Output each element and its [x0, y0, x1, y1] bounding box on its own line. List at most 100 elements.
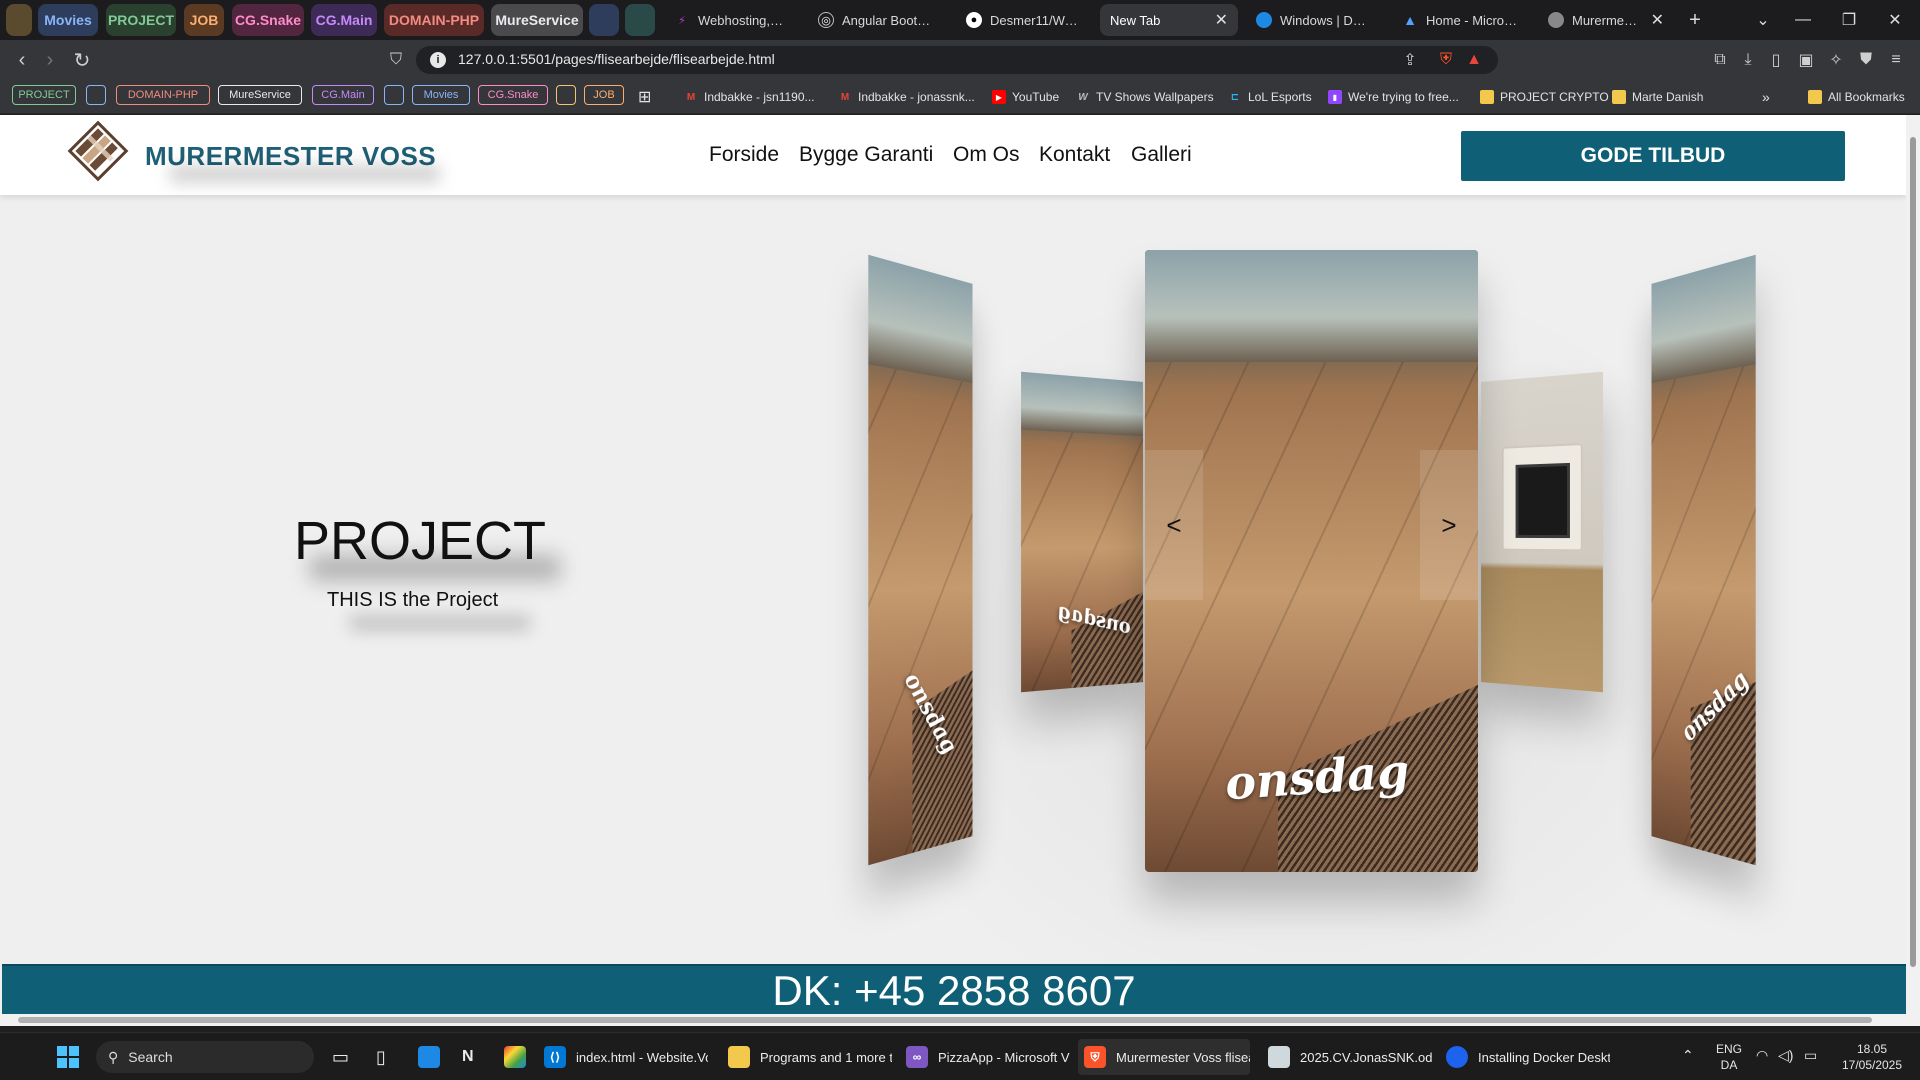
- bookmark-group-job[interactable]: JOB: [584, 85, 624, 105]
- battery-icon[interactable]: ▭: [1804, 1047, 1817, 1063]
- carousel-slide-far-left[interactable]: onsdag: [868, 254, 973, 866]
- tab-group-unnamed[interactable]: [6, 4, 32, 36]
- back-icon[interactable]: ‹: [10, 48, 34, 72]
- bookmark-gmail-1[interactable]: M Indbakke - jsn1190...: [684, 88, 815, 106]
- extensions-icon[interactable]: ⧉: [1710, 50, 1730, 70]
- taskbar-app-brave[interactable]: ⛨ Murermester Voss flisea: [1078, 1039, 1250, 1075]
- scrollbar-thumb[interactable]: [18, 1017, 1872, 1023]
- tab-group-project[interactable]: PROJECT: [106, 4, 176, 36]
- address-bar[interactable]: i 127.0.0.1:5501/pages/flisearbejde/flis…: [416, 46, 1498, 74]
- taskbar-app-explorer[interactable]: Programs and 1 more ta: [722, 1039, 892, 1075]
- tab-group-cg-snake[interactable]: CG.Snake: [232, 4, 304, 36]
- photos-icon[interactable]: [412, 1039, 446, 1075]
- bookmark-lol-esports[interactable]: ⊏ LoL Esports: [1228, 88, 1312, 106]
- bookmark-group-unnamed-2[interactable]: [384, 85, 404, 105]
- volume-icon[interactable]: ◁): [1778, 1047, 1793, 1063]
- notepad-icon[interactable]: ▯: [370, 1039, 392, 1075]
- site-header: MURERMESTER VOSS Forside Bygge Garanti O…: [0, 115, 1906, 195]
- bookmark-group-unnamed[interactable]: [86, 85, 106, 105]
- fireplace-photo: [1481, 371, 1603, 693]
- taskbar-app-visual-studio[interactable]: ∞ PizzaApp - Microsoft Vi: [900, 1039, 1070, 1075]
- bookmark-tv-shows[interactable]: W TV Shows Wallpapers: [1076, 88, 1213, 106]
- tab-github[interactable]: ● Desmer11/Websit: [956, 4, 1092, 36]
- language-indicator[interactable]: ENG DA: [1716, 1041, 1742, 1073]
- scrollbar-thumb[interactable]: [1910, 137, 1916, 967]
- show-hidden-icons[interactable]: ⌃: [1682, 1047, 1694, 1063]
- bookmark-group-movies[interactable]: Movies: [412, 85, 470, 105]
- restore-icon[interactable]: ❐: [1826, 0, 1872, 40]
- vpn-icon[interactable]: ⛊: [1856, 50, 1876, 70]
- carousel-prev-button[interactable]: <: [1145, 450, 1203, 600]
- tab-angular-bootstrap[interactable]: ◎ Angular Bootstrap: [808, 4, 944, 36]
- share-icon[interactable]: ⇪: [1400, 50, 1420, 70]
- bookmark-group-cg-main[interactable]: CG.Main: [312, 85, 374, 105]
- close-window-icon[interactable]: ✕: [1872, 0, 1918, 40]
- brave-shields-icon[interactable]: ⛨: [1436, 50, 1456, 70]
- gode-tilbud-button[interactable]: GODE TILBUD: [1461, 131, 1845, 181]
- wifi-icon[interactable]: ◠: [1756, 1047, 1768, 1063]
- nav-forside[interactable]: Forside: [709, 143, 779, 167]
- bookmark-project-crypto[interactable]: PROJECT CRYPTO: [1480, 88, 1609, 106]
- taskbar-search[interactable]: ⚲ Search: [96, 1041, 314, 1073]
- sidebar-icon[interactable]: ▯: [1766, 50, 1786, 70]
- task-view-icon[interactable]: ▭: [326, 1039, 355, 1075]
- bookmark-group-cg-snake[interactable]: CG.Snake: [478, 85, 548, 105]
- bookmark-group-unnamed-3[interactable]: [556, 85, 576, 105]
- color-picker-icon[interactable]: [498, 1039, 532, 1075]
- minimize-icon[interactable]: —: [1780, 0, 1826, 40]
- nav-bygge-garanti[interactable]: Bygge Garanti: [799, 143, 933, 167]
- bookmark-marte-danish[interactable]: Marte Danish: [1612, 88, 1703, 106]
- bookmark-group-domain-php[interactable]: DOMAIN-PHP: [116, 85, 210, 105]
- horizontal-scrollbar[interactable]: [0, 1014, 1906, 1026]
- notion-icon[interactable]: N: [456, 1039, 480, 1075]
- taskbar-app-document[interactable]: 2025.CV.JonasSNK.odt -: [1262, 1039, 1432, 1075]
- new-tab-button[interactable]: +: [1672, 0, 1718, 40]
- wallet-icon[interactable]: ▣: [1796, 50, 1816, 70]
- clock[interactable]: 18.05 17/05/2025: [1836, 1041, 1908, 1073]
- tab-group-domain-php[interactable]: DOMAIN-PHP: [384, 4, 484, 36]
- tab-webhosting[interactable]: ⚡ Webhosting, Wor: [664, 4, 796, 36]
- close-tab-icon[interactable]: ✕: [1215, 10, 1228, 30]
- bookmark-gmail-2[interactable]: M Indbakke - jonassnk...: [838, 88, 975, 106]
- carousel-slide-left[interactable]: onsdag: [1021, 371, 1143, 693]
- reload-icon[interactable]: ↻: [70, 48, 94, 72]
- tab-group-movies[interactable]: Movies: [38, 4, 98, 36]
- bookmark-page-icon[interactable]: ⛉: [384, 48, 408, 72]
- bookmark-group-project[interactable]: PROJECT: [12, 85, 76, 105]
- carousel-slide-right[interactable]: [1481, 371, 1603, 693]
- bookmark-twitch[interactable]: ▮ We're trying to free...: [1328, 88, 1459, 106]
- taskbar-app-vscode[interactable]: ⟨⟩ index.html - Website.Vo: [538, 1039, 708, 1075]
- nav-om-os[interactable]: Om Os: [953, 143, 1020, 167]
- menu-icon[interactable]: ≡: [1886, 50, 1906, 70]
- tab-windows-docker[interactable]: Windows | Docker: [1246, 4, 1382, 36]
- vertical-scrollbar[interactable]: [1906, 115, 1920, 1026]
- close-tab-icon[interactable]: ✕: [1651, 10, 1664, 30]
- logo-icon[interactable]: [66, 119, 130, 183]
- tab-new-tab[interactable]: New Tab ✕: [1100, 4, 1238, 36]
- tab-group-unnamed-blue[interactable]: [589, 4, 619, 36]
- carousel-slide-active[interactable]: onsdag < >: [1145, 250, 1478, 872]
- nav-kontakt[interactable]: Kontakt: [1039, 143, 1110, 167]
- carousel-next-button[interactable]: >: [1420, 450, 1478, 600]
- more-bookmarks-icon[interactable]: »: [1762, 88, 1770, 106]
- bookmark-group-mureservice[interactable]: MureService: [218, 85, 302, 105]
- tab-group-unnamed-teal[interactable]: [625, 4, 655, 36]
- carousel-slide-far-right[interactable]: onsdag: [1651, 254, 1756, 866]
- downloads-icon[interactable]: ⤓: [1738, 50, 1758, 70]
- tab-group-job[interactable]: JOB: [184, 4, 224, 36]
- bookmark-youtube[interactable]: ▶ YouTube: [992, 88, 1059, 106]
- taskbar-app-docker[interactable]: Installing Docker Deskt: [1440, 1039, 1610, 1075]
- tab-home-microsoft[interactable]: ▲ Home - Microsoft: [1392, 4, 1528, 36]
- nav-galleri[interactable]: Galleri: [1131, 143, 1192, 167]
- tab-murermester[interactable]: Murermester ✕: [1538, 4, 1674, 36]
- leo-ai-icon[interactable]: ✧: [1826, 50, 1846, 70]
- apps-grid-icon[interactable]: ⊞: [638, 88, 651, 106]
- phone-banner[interactable]: DK: +45 2858 8607: [2, 964, 1906, 1016]
- tab-group-cg-main[interactable]: CG.Main: [311, 4, 377, 36]
- brave-rewards-icon[interactable]: ▲: [1464, 50, 1484, 70]
- site-info-icon[interactable]: i: [430, 52, 446, 68]
- forward-icon[interactable]: ›: [38, 48, 62, 72]
- all-bookmarks[interactable]: All Bookmarks: [1808, 88, 1905, 106]
- windows-start-icon[interactable]: [56, 1045, 80, 1069]
- tab-group-mureservice[interactable]: MureService: [491, 4, 583, 36]
